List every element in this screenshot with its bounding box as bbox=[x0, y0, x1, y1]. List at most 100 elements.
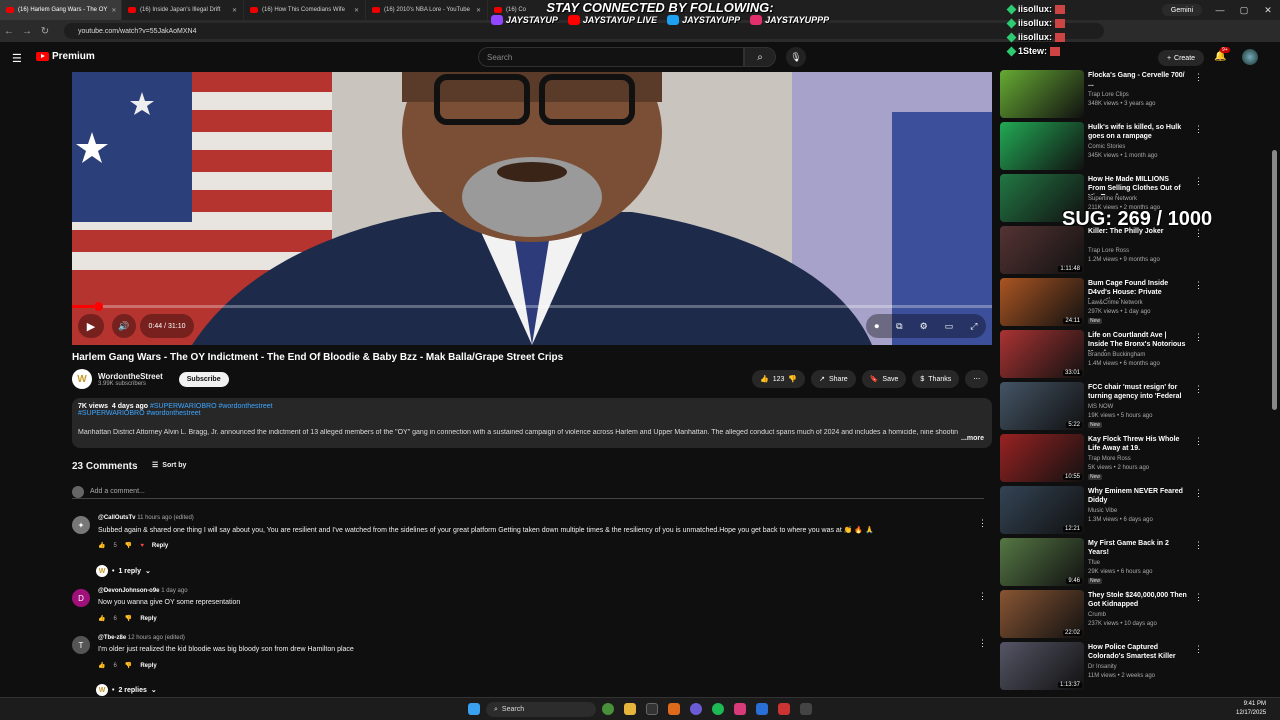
more-options-icon[interactable]: ⋮ bbox=[1194, 332, 1203, 343]
recommendation-channel[interactable]: Dr Insanity bbox=[1088, 664, 1117, 670]
recommendation-item[interactable]: 33:01 Life on Courtlandt Ave | Inside The… bbox=[1000, 330, 1203, 378]
thumbs-down-icon[interactable]: 👎 bbox=[788, 375, 797, 383]
clock[interactable]: 9:41 PM 12/17/2025 bbox=[1236, 700, 1266, 718]
account-avatar[interactable] bbox=[1242, 49, 1258, 65]
thumbs-down-icon[interactable]: 👎 bbox=[125, 542, 132, 549]
settings-gear-icon[interactable]: ⚙ bbox=[920, 321, 928, 332]
thumbs-up-icon[interactable]: 👍 bbox=[98, 615, 105, 622]
autoplay-toggle-icon[interactable]: ⏺ bbox=[875, 321, 880, 332]
notifications-button[interactable]: 🔔 9+ bbox=[1214, 47, 1230, 62]
recommendation-channel[interactable]: Trap More Ross bbox=[1088, 456, 1131, 462]
recommendation-title[interactable]: Flocka's Gang - Cervelle 700/ ... bbox=[1088, 71, 1188, 89]
recommendation-item[interactable]: Flocka's Gang - Cervelle 700/ ... Trap Lo… bbox=[1000, 70, 1203, 118]
search-button[interactable]: ⌕ bbox=[744, 47, 776, 67]
recommendation-channel[interactable]: Trap Lore Ross bbox=[1088, 248, 1129, 254]
recommendation-channel[interactable]: Trap Lore Clips bbox=[1088, 92, 1129, 98]
forward-icon[interactable]: → bbox=[18, 26, 36, 37]
recommendation-title[interactable]: My First Game Back in 2 Years! bbox=[1088, 539, 1188, 557]
reload-icon[interactable]: ↻ bbox=[36, 26, 54, 37]
discord-icon[interactable] bbox=[690, 703, 702, 715]
back-icon[interactable]: ← bbox=[0, 26, 18, 37]
recommendation-item[interactable]: 24:11 Bum Cage Found Inside D4vd's House:… bbox=[1000, 278, 1203, 326]
fullscreen-icon[interactable]: ⤢ bbox=[970, 321, 977, 332]
app-icon[interactable] bbox=[778, 703, 790, 715]
hashtags[interactable]: #SUPERWARIOBRO #wordonthestreet bbox=[150, 403, 273, 410]
video-thumbnail[interactable]: 1:13:37 bbox=[1000, 642, 1084, 690]
app-icon[interactable] bbox=[756, 703, 768, 715]
comment-menu-icon[interactable]: ⋮ bbox=[978, 638, 987, 649]
windows-start-icon[interactable] bbox=[468, 703, 480, 715]
recommendation-title[interactable]: FCC chair 'must resign' for turning agen… bbox=[1088, 383, 1188, 403]
more-link[interactable]: ...more bbox=[957, 435, 984, 442]
more-actions-button[interactable]: ⋯ bbox=[965, 370, 989, 388]
recommendation-item[interactable]: 10:55 Kay Flock Threw His Whole Life Away… bbox=[1000, 434, 1203, 482]
thumbs-up-icon[interactable]: 👍 bbox=[98, 542, 105, 549]
view-replies-button[interactable]: W • 1 reply ⌄ bbox=[96, 565, 151, 577]
recommendation-item[interactable]: 1:11:48 Killer: The Philly Joker Trap Lore… bbox=[1000, 226, 1203, 274]
terminal-icon[interactable] bbox=[646, 703, 658, 715]
maximize-icon[interactable]: ▢ bbox=[1232, 5, 1256, 16]
more-options-icon[interactable]: ⋮ bbox=[1194, 540, 1203, 551]
taskbar-search[interactable]: ⌕ Search bbox=[486, 702, 596, 717]
close-tab-icon[interactable]: ✕ bbox=[354, 7, 359, 14]
video-thumbnail[interactable]: 1:11:48 bbox=[1000, 226, 1084, 274]
close-tab-icon[interactable]: ✕ bbox=[111, 7, 116, 14]
comment-menu-icon[interactable]: ⋮ bbox=[978, 591, 987, 602]
reply-button[interactable]: Reply bbox=[152, 543, 168, 549]
more-options-icon[interactable]: ⋮ bbox=[1194, 72, 1203, 83]
comment-user[interactable]: @CallOutsTv bbox=[98, 515, 136, 521]
more-options-icon[interactable]: ⋮ bbox=[1194, 488, 1203, 499]
play-button[interactable]: ▶ bbox=[78, 314, 104, 338]
recommendation-title[interactable]: They Stole $240,000,000 Then Got Kidnapp… bbox=[1088, 591, 1188, 609]
close-tab-icon[interactable]: ✕ bbox=[232, 7, 237, 14]
recommendation-title[interactable]: Why Eminem NEVER Feared Diddy bbox=[1088, 487, 1188, 505]
sort-by-button[interactable]: ☰ Sort by bbox=[152, 461, 186, 470]
commenter-avatar[interactable]: ✦ bbox=[72, 516, 90, 534]
video-thumbnail[interactable]: 12:21 bbox=[1000, 486, 1084, 534]
recommendation-channel[interactable]: Music Vibe bbox=[1088, 508, 1117, 514]
scrubber-knob[interactable] bbox=[94, 302, 103, 311]
thumbs-down-icon[interactable]: 👎 bbox=[125, 662, 132, 669]
search-input[interactable]: Search bbox=[478, 47, 744, 67]
recommendation-channel[interactable]: Comic Stories bbox=[1088, 144, 1125, 150]
recommendation-item[interactable]: 1:13:37 How Police Captured Colorado's Sm… bbox=[1000, 642, 1203, 690]
miniplayer-icon[interactable]: ▭ bbox=[945, 321, 954, 332]
more-options-icon[interactable]: ⋮ bbox=[1194, 644, 1203, 655]
thanks-button[interactable]: $ Thanks bbox=[912, 370, 960, 388]
hashtags-line[interactable]: #SUPERWARIOBRO #wordonthestreet bbox=[78, 410, 986, 417]
app-icon[interactable] bbox=[800, 703, 812, 715]
share-button[interactable]: ↗ Share bbox=[811, 370, 856, 388]
youtube-logo[interactable]: Premium bbox=[36, 51, 95, 62]
recommendation-channel[interactable]: Law&Crime Network bbox=[1088, 300, 1143, 306]
subscribe-button[interactable]: Subscribe bbox=[178, 371, 229, 387]
hamburger-menu-icon[interactable]: ☰ bbox=[12, 52, 22, 65]
more-options-icon[interactable]: ⋮ bbox=[1194, 592, 1203, 603]
commenter-avatar[interactable]: T bbox=[72, 636, 90, 654]
recommendation-title[interactable]: How He Made MILLIONS From Selling Clothe… bbox=[1088, 175, 1188, 195]
commenter-avatar[interactable]: D bbox=[72, 589, 90, 607]
recommendation-channel[interactable]: Crumb bbox=[1088, 612, 1106, 618]
captions-icon[interactable]: ⧉ bbox=[896, 321, 902, 332]
recommendation-item[interactable]: 5:22 FCC chair 'must resign' for turning … bbox=[1000, 382, 1203, 430]
video-thumbnail[interactable]: 22:02 bbox=[1000, 590, 1084, 638]
channel-avatar[interactable]: W bbox=[72, 369, 92, 389]
recommendation-item[interactable]: 9:46 My First Game Back in 2 Years! Tfue 29… bbox=[1000, 538, 1203, 586]
more-options-icon[interactable]: ⋮ bbox=[1194, 384, 1203, 395]
more-options-icon[interactable]: ⋮ bbox=[1194, 280, 1203, 291]
recommendation-title[interactable]: How Police Captured Colorado's Smartest … bbox=[1088, 643, 1188, 661]
page-scrollbar[interactable] bbox=[1272, 150, 1277, 410]
recommendation-channel[interactable]: Brandon Buckingham bbox=[1088, 352, 1145, 358]
description-box[interactable]: 7K views 4 days ago #SUPERWARIOBRO #word… bbox=[72, 398, 992, 448]
video-thumbnail[interactable]: 5:22 bbox=[1000, 382, 1084, 430]
video-thumbnail[interactable]: 10:55 bbox=[1000, 434, 1084, 482]
comment-user[interactable]: @Tbe-z8e bbox=[98, 635, 126, 641]
chrome-icon[interactable] bbox=[602, 703, 614, 715]
recommendation-title[interactable]: Hulk's wife is killed, so Hulk goes on a… bbox=[1088, 123, 1188, 141]
recommendation-item[interactable]: 22:02 They Stole $240,000,000 Then Got Ki… bbox=[1000, 590, 1203, 638]
reply-button[interactable]: Reply bbox=[140, 616, 156, 622]
file-explorer-icon[interactable] bbox=[624, 703, 636, 715]
add-comment-field[interactable]: Add a comment... bbox=[72, 485, 984, 499]
browser-tab-1[interactable]: (16) Harlem Gang Wars - The OY ✕ bbox=[0, 0, 122, 20]
app-icon[interactable] bbox=[734, 703, 746, 715]
video-thumbnail[interactable]: 9:46 bbox=[1000, 538, 1084, 586]
